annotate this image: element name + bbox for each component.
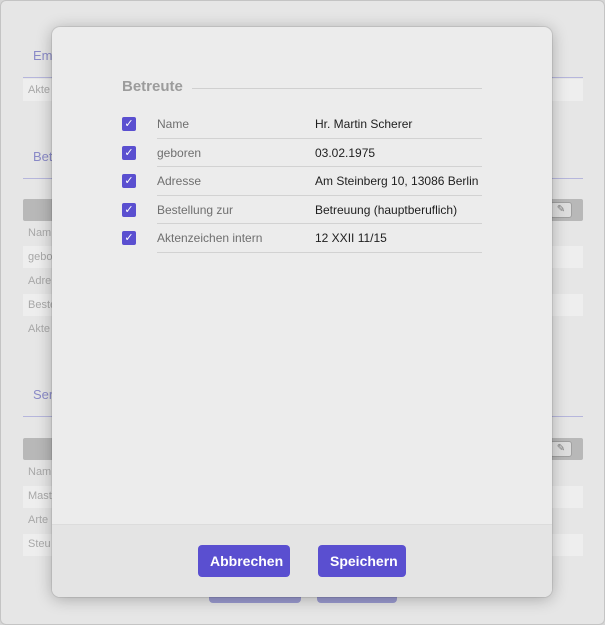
field-label: Name [157, 117, 190, 131]
checkbox-checked[interactable]: ✓ [122, 202, 136, 217]
field-label: Adresse [157, 174, 202, 188]
field-row-aktenzeichen[interactable]: ✓ Aktenzeichen intern 12 XXII 11/15 [122, 224, 482, 253]
field-value: 03.02.1975 [315, 145, 376, 160]
bg-row-label: Arte [28, 514, 49, 526]
field-label: geboren [157, 145, 202, 160]
checkbox-checked[interactable]: ✓ [122, 174, 136, 188]
export-dialog: Betreute ✓ Name Hr. Martin Scherer ✓ geb… [52, 27, 552, 597]
field-value: Hr. Martin Scherer [315, 117, 413, 131]
cancel-button[interactable]: Abbrechen [198, 545, 290, 577]
bg-row-label: Adre [28, 275, 52, 287]
bg-row-label: gebo [28, 251, 53, 263]
field-row-adresse[interactable]: ✓ Adresse Am Steinberg 10, 13086 Berlin [122, 167, 482, 196]
bg-section-heading: Em [33, 48, 53, 63]
edit-icon[interactable]: ✎ [550, 202, 572, 218]
field-value: Betreuung (hauptberuflich) [315, 202, 458, 217]
bg-row-label: Mast [28, 490, 52, 502]
field-list: ✓ Name Hr. Martin Scherer ✓ geboren 03.0… [122, 110, 482, 253]
checkbox-checked[interactable]: ✓ [122, 231, 136, 245]
bg-row-label: Akte [28, 323, 51, 335]
bg-row-label: Steu [28, 538, 51, 550]
field-value: Am Steinberg 10, 13086 Berlin [315, 174, 479, 188]
bg-row-label: Nam [28, 466, 52, 478]
field-label: Bestellung zur [157, 202, 234, 217]
field-row-bestellung[interactable]: ✓ Bestellung zur Betreuung (hauptberufli… [122, 196, 482, 224]
bg-row-label: Nam [28, 227, 52, 239]
bg-section-heading: Bet [33, 149, 53, 164]
section-divider [192, 88, 482, 89]
bg-row-label: Akte [28, 84, 51, 96]
save-button[interactable]: Speichern [318, 545, 406, 577]
field-row-name[interactable]: ✓ Name Hr. Martin Scherer [122, 110, 482, 139]
field-value: 12 XXII 11/15 [315, 231, 387, 245]
dialog-footer: Abbrechen Speichern [52, 524, 552, 597]
checkbox-checked[interactable]: ✓ [122, 145, 136, 160]
checkbox-checked[interactable]: ✓ [122, 117, 136, 131]
bg-section-heading: Ser [33, 387, 54, 402]
field-label: Aktenzeichen intern [157, 231, 263, 245]
field-row-geboren[interactable]: ✓ geboren 03.02.1975 [122, 139, 482, 167]
edit-icon[interactable]: ✎ [550, 441, 572, 457]
row-divider [157, 251, 482, 253]
section-title: Betreute [122, 78, 183, 95]
